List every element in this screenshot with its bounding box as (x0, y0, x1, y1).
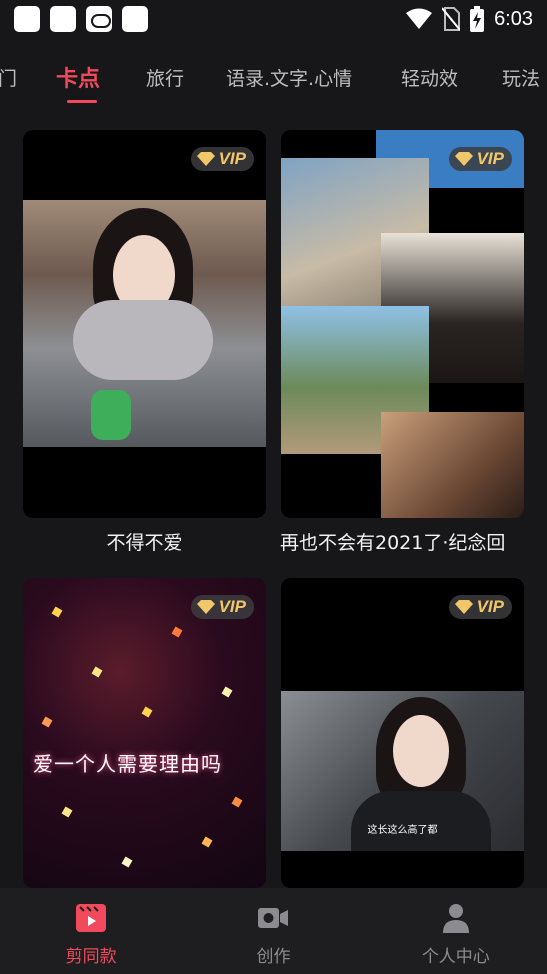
bottom-navigation: 剪同款 创作 个人中心 (0, 888, 547, 974)
diamond-icon (454, 600, 473, 614)
vip-badge: VIP (190, 147, 254, 171)
diamond-icon (196, 600, 215, 614)
diamond-icon (454, 152, 473, 166)
template-card[interactable]: VIP (281, 130, 524, 518)
nav-templates[interactable]: 剪同款 (0, 888, 182, 974)
notification-square-icon (50, 6, 76, 32)
person-icon (440, 902, 472, 934)
tab-light-effects[interactable]: 轻动效 (401, 64, 458, 91)
template-thumbnail: 这长这么高了都 (281, 691, 524, 851)
template-title[interactable]: 不得不爱 (23, 528, 266, 555)
category-tabs: 门 卡点 旅行 语录.文字.心情 轻动效 玩法 (0, 56, 547, 104)
clapperboard-icon (75, 902, 107, 934)
battery-charging-icon (470, 6, 485, 32)
tab-quotes-text-mood[interactable]: 语录.文字.心情 (226, 64, 352, 91)
status-bar: 6:03 (0, 0, 547, 38)
clock: 6:03 (494, 7, 533, 30)
template-thumbnail (23, 200, 266, 447)
capcut-loop-icon (86, 6, 112, 32)
notification-square-icon (122, 6, 148, 32)
camera-icon (257, 902, 289, 934)
template-overlay-text: 爱一个人需要理由吗 (33, 752, 222, 776)
active-tab-indicator (67, 100, 97, 103)
notification-square-icon (14, 6, 40, 32)
video-subtitle: 这长这么高了都 (367, 825, 438, 836)
no-sim-icon (442, 7, 461, 31)
wifi-icon (406, 8, 433, 29)
vip-badge: VIP (190, 595, 254, 619)
vip-badge: VIP (448, 147, 512, 171)
notification-icons (14, 6, 148, 32)
tab-beat-sync[interactable]: 卡点 (56, 61, 100, 93)
template-card[interactable]: 爱一个人需要理由吗 VIP (23, 578, 266, 888)
template-title[interactable]: 再也不会有2021了·纪念回 (270, 528, 547, 555)
tab-hot[interactable]: 门 (0, 64, 17, 91)
template-card[interactable]: 这长这么高了都 VIP (281, 578, 524, 888)
diamond-icon (196, 152, 215, 166)
system-icons: 6:03 (406, 6, 533, 32)
nav-create[interactable]: 创作 (182, 888, 364, 974)
nav-profile[interactable]: 个人中心 (365, 888, 547, 974)
tab-gameplay[interactable]: 玩法 (502, 64, 540, 91)
tab-travel[interactable]: 旅行 (146, 64, 184, 91)
template-card[interactable]: VIP (23, 130, 266, 518)
vip-badge: VIP (448, 595, 512, 619)
